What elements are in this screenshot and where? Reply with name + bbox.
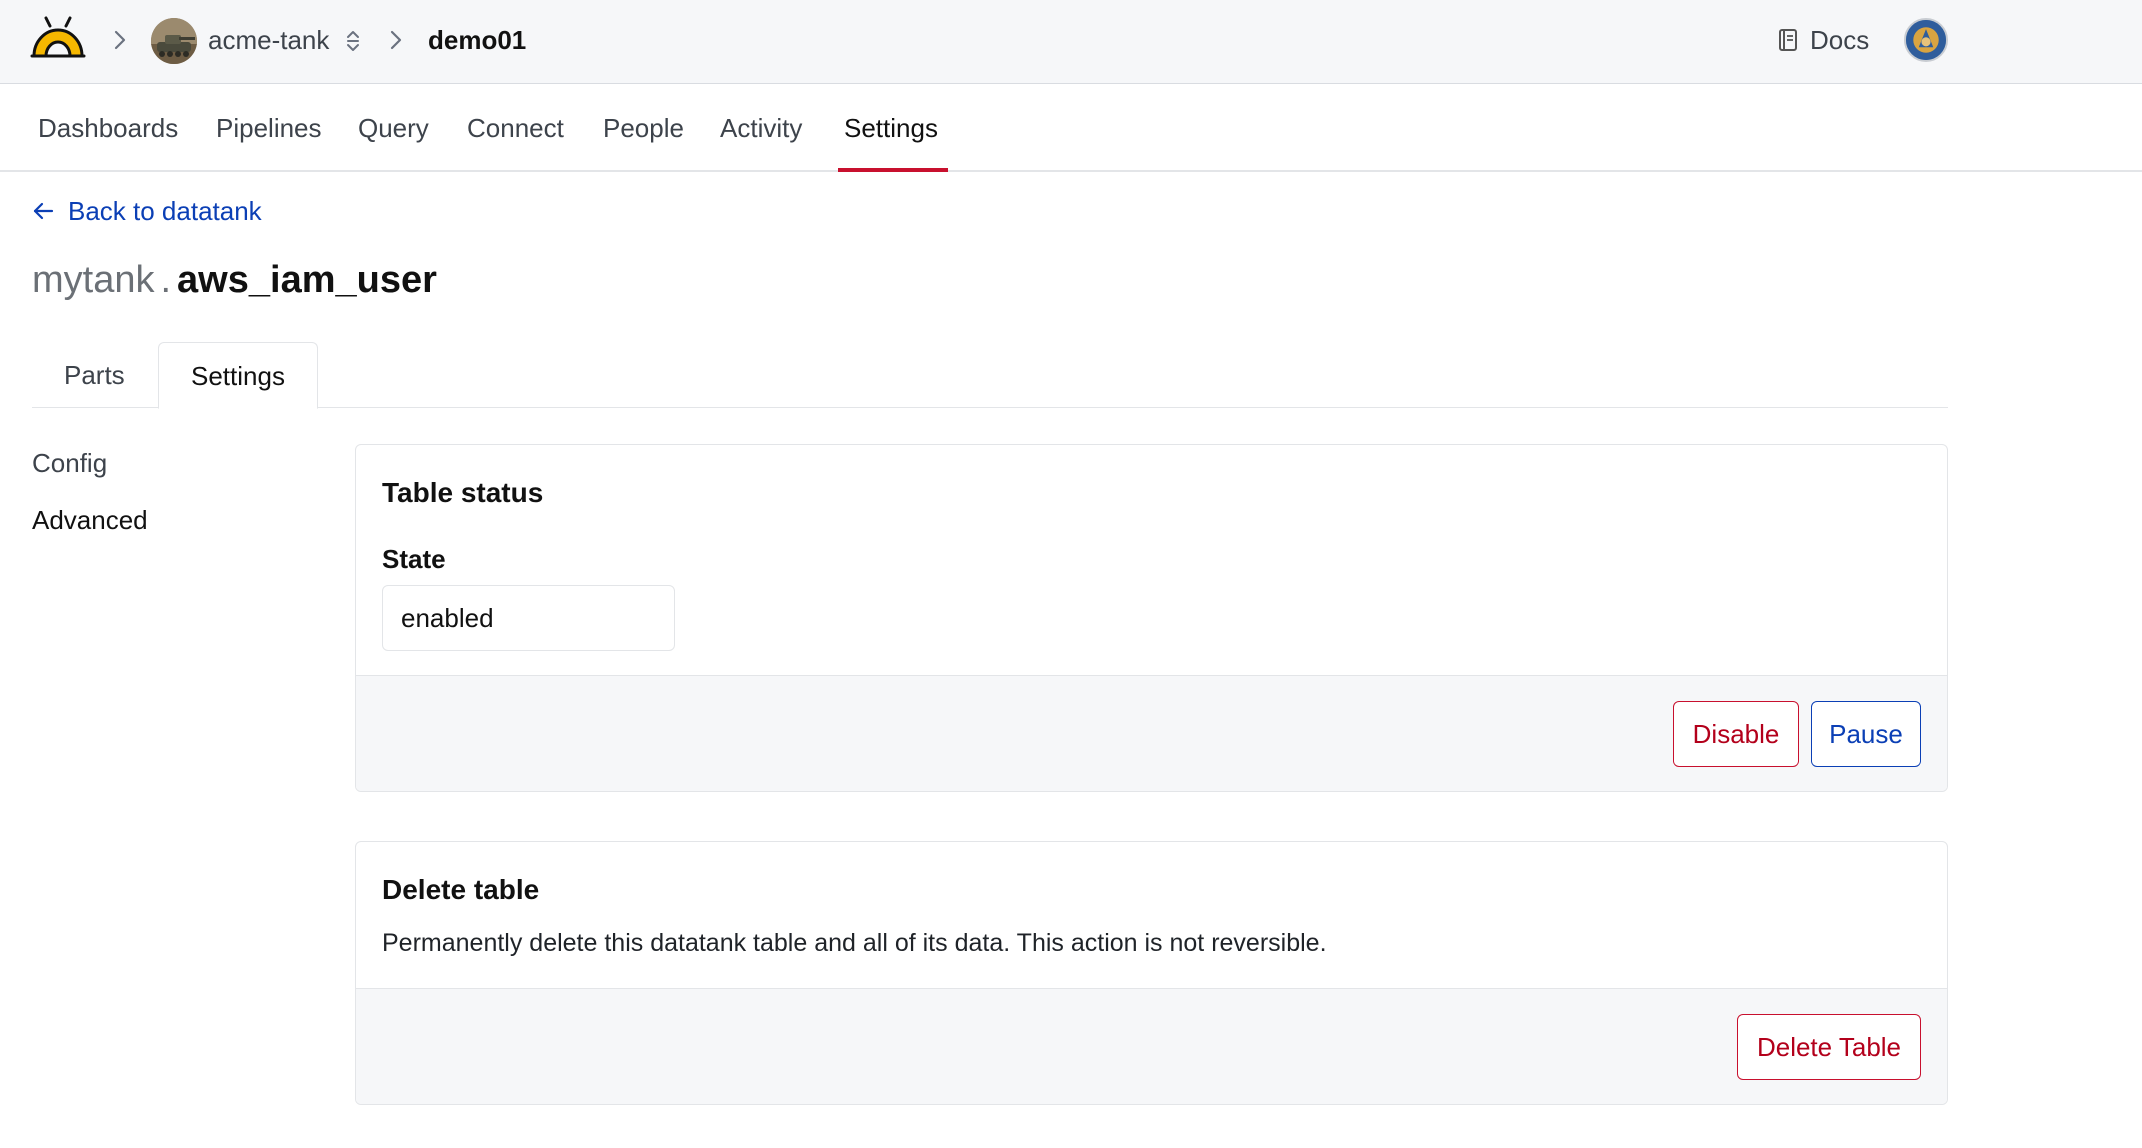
user-avatar[interactable]: [1904, 18, 1948, 62]
title-separator: .: [160, 259, 172, 301]
docs-label: Docs: [1810, 24, 1870, 55]
tab-settings[interactable]: Settings: [158, 342, 318, 409]
nav-settings[interactable]: Settings: [844, 84, 938, 172]
sort-toggle-icon[interactable]: [344, 28, 362, 54]
workspace-name[interactable]: demo01: [428, 24, 526, 56]
nav-active-indicator: [838, 168, 948, 172]
org-avatar[interactable]: [151, 18, 197, 64]
delete-table-description: Permanently delete this datatank table a…: [382, 929, 1327, 957]
back-link-label: Back to datatank: [68, 196, 262, 226]
back-link[interactable]: Back to datatank: [32, 194, 262, 228]
chevron-right-icon: [390, 30, 402, 50]
sidebar-item-config[interactable]: Config: [32, 446, 107, 480]
title-schema: mytank: [32, 259, 155, 301]
delete-table-heading: Delete table: [382, 874, 540, 905]
book-icon: [1779, 29, 1797, 51]
table-status-footer: Disable Pause: [356, 675, 1947, 791]
nav-query[interactable]: Query: [358, 84, 429, 172]
nav-activity[interactable]: Activity: [720, 84, 802, 172]
state-field: enabled: [382, 585, 675, 651]
docs-link[interactable]: Docs: [1778, 22, 1869, 58]
main-nav: Dashboards Pipelines Query Connect Peopl…: [0, 84, 2142, 172]
tab-parts[interactable]: Parts: [32, 342, 157, 408]
sidebar-item-advanced[interactable]: Advanced: [32, 503, 148, 537]
org-name[interactable]: acme-tank: [208, 24, 329, 56]
page-title: mytank. aws_iam_user: [32, 256, 437, 304]
chevron-right-icon: [114, 30, 126, 50]
top-header: acme-tank demo01 Docs: [0, 0, 2142, 84]
nav-dashboards[interactable]: Dashboards: [38, 84, 178, 172]
table-status-card: Table status State enabled Disable Pause: [355, 444, 1948, 792]
arrow-left-icon: [33, 202, 54, 220]
logo-icon[interactable]: [30, 16, 86, 60]
delete-table-button[interactable]: Delete Table: [1737, 1014, 1921, 1080]
nav-connect[interactable]: Connect: [467, 84, 564, 172]
delete-table-footer: Delete Table: [356, 988, 1947, 1104]
pause-button[interactable]: Pause: [1811, 701, 1921, 767]
sub-tabs: Parts Settings: [32, 342, 1948, 409]
nav-pipelines[interactable]: Pipelines: [216, 84, 322, 172]
table-status-heading: Table status: [382, 477, 544, 508]
nav-people[interactable]: People: [603, 84, 684, 172]
disable-button[interactable]: Disable: [1673, 701, 1799, 767]
title-table: aws_iam_user: [177, 259, 437, 301]
delete-table-card: Delete table Permanently delete this dat…: [355, 841, 1948, 1105]
state-label: State: [382, 544, 446, 574]
